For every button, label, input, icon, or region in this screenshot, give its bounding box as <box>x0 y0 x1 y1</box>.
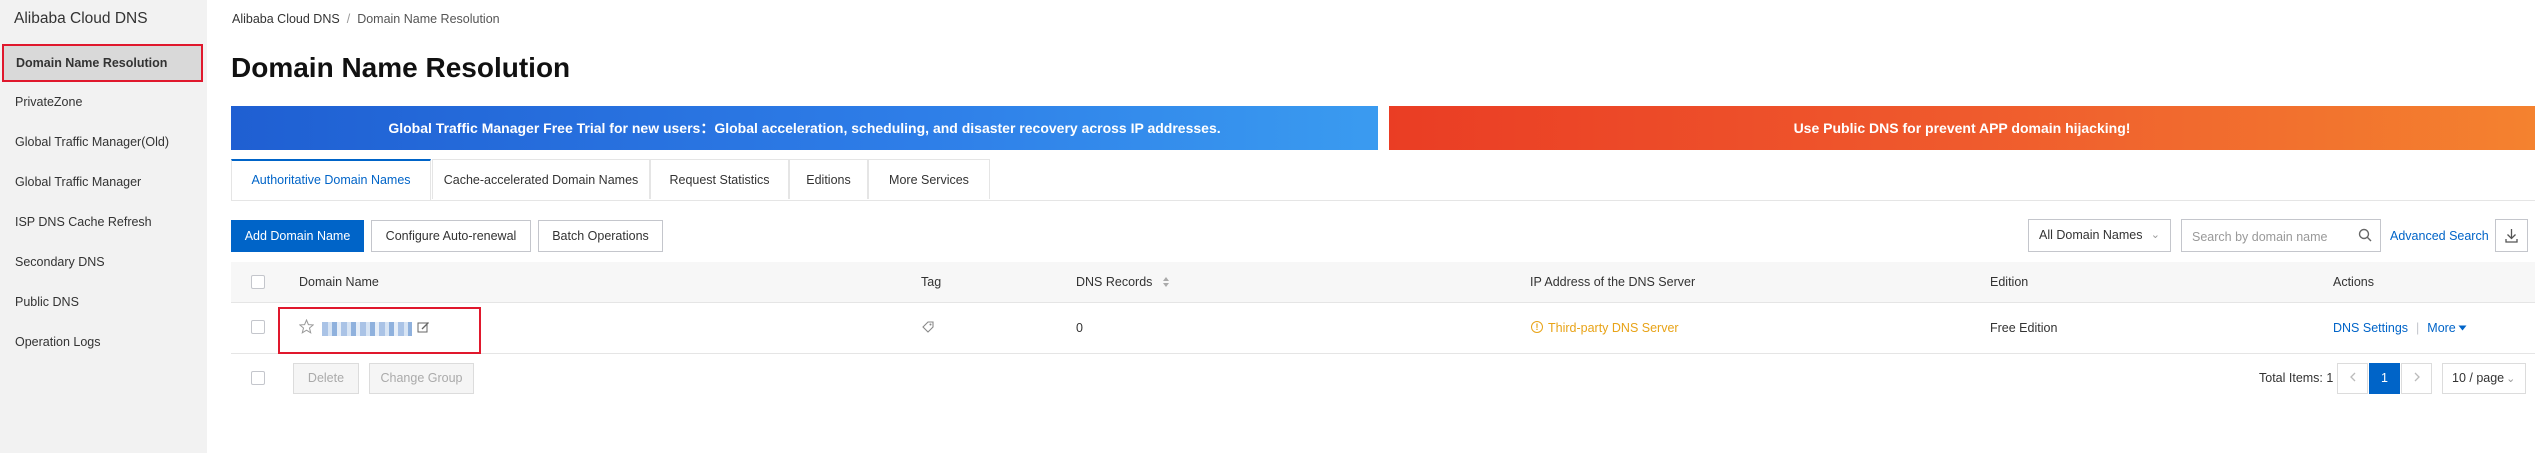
highlight-box <box>278 307 481 354</box>
prev-page-button[interactable] <box>2337 363 2368 394</box>
tab-bar: Authoritative Domain Names Cache-acceler… <box>231 159 2535 201</box>
sidebar-item-operation-logs[interactable]: Operation Logs <box>0 323 207 361</box>
more-label: More <box>2427 321 2456 335</box>
sidebar-item-public-dns[interactable]: Public DNS <box>0 283 207 321</box>
column-header-dns-records[interactable]: DNS Records <box>1076 262 1171 302</box>
chevron-right-icon <box>2414 372 2420 382</box>
breadcrumb-current: Domain Name Resolution <box>357 12 500 26</box>
sidebar-item-gtm-old[interactable]: Global Traffic Manager(Old) <box>0 123 207 161</box>
domain-filter-value: All Domain Names <box>2039 228 2143 242</box>
table-header: Domain Name Tag DNS Records IP Address o… <box>231 262 2535 303</box>
change-group-button[interactable]: Change Group <box>369 363 474 394</box>
sidebar-item-domain-name-resolution[interactable]: Domain Name Resolution <box>2 44 203 82</box>
dns-records-label: DNS Records <box>1076 275 1153 289</box>
download-button[interactable] <box>2495 219 2528 252</box>
download-icon <box>2505 229 2518 243</box>
gtm-trial-banner[interactable]: Global Traffic Manager Free Trial for ne… <box>231 106 1378 150</box>
tab-request-statistics[interactable]: Request Statistics <box>650 159 789 199</box>
row-checkbox[interactable] <box>251 320 265 334</box>
more-actions-dropdown[interactable]: More <box>2427 321 2467 335</box>
advanced-search-link[interactable]: Advanced Search <box>2390 229 2489 243</box>
edition-value: Free Edition <box>1990 321 2058 335</box>
sidebar: Alibaba Cloud DNS Domain Name Resolution… <box>0 0 207 453</box>
footer-select-all-checkbox[interactable] <box>251 371 265 385</box>
batch-operations-button[interactable]: Batch Operations <box>538 220 663 252</box>
chevron-down-icon: ⌄ <box>2506 373 2516 385</box>
column-header-edition: Edition <box>1990 275 2029 289</box>
breadcrumb: Alibaba Cloud DNS / Domain Name Resolution <box>232 12 500 26</box>
page-number-current[interactable]: 1 <box>2369 363 2400 394</box>
search-input[interactable] <box>2182 220 2354 253</box>
column-header-domain-name: Domain Name <box>299 275 379 289</box>
tab-more-services[interactable]: More Services <box>868 159 990 199</box>
public-dns-banner[interactable]: Use Public DNS for prevent APP domain hi… <box>1389 106 2535 150</box>
page-title: Domain Name Resolution <box>231 52 571 83</box>
column-header-actions: Actions <box>2333 275 2374 289</box>
page-size-value: 10 / page <box>2452 371 2505 385</box>
next-page-button[interactable] <box>2401 363 2432 394</box>
domain-filter-select[interactable]: All Domain Names ⌄ <box>2028 219 2171 252</box>
tab-cache-accelerated[interactable]: Cache-accelerated Domain Names <box>432 159 650 199</box>
sidebar-item-isp-dns-cache-refresh[interactable]: ISP DNS Cache Refresh <box>0 203 207 241</box>
chevron-left-icon <box>2349 372 2355 382</box>
dns-settings-link[interactable]: DNS Settings <box>2333 321 2408 335</box>
sidebar-item-privatezone[interactable]: PrivateZone <box>0 83 207 121</box>
total-items: Total Items: 1 <box>2259 371 2334 385</box>
dns-server-status[interactable]: Third-party DNS Server <box>1548 303 1679 353</box>
caret-down-icon <box>2458 325 2467 331</box>
sidebar-title: Alibaba Cloud DNS <box>14 10 148 27</box>
sort-icon[interactable] <box>1161 276 1171 288</box>
tag-icon[interactable] <box>921 303 935 353</box>
add-domain-name-button[interactable]: Add Domain Name <box>231 220 364 252</box>
search-icon[interactable] <box>2358 228 2372 242</box>
chevron-down-icon: ⌄ <box>2150 229 2160 241</box>
sidebar-item-gtm[interactable]: Global Traffic Manager <box>0 163 207 201</box>
delete-button[interactable]: Delete <box>293 363 359 394</box>
row-actions: DNS Settings | More <box>2333 303 2467 353</box>
warning-icon: ! <box>1531 321 1543 333</box>
tab-editions[interactable]: Editions <box>789 159 868 199</box>
sidebar-item-secondary-dns[interactable]: Secondary DNS <box>0 243 207 281</box>
action-separator: | <box>2416 321 2420 335</box>
select-all-checkbox[interactable] <box>251 275 265 289</box>
breadcrumb-link-alibaba-cloud-dns[interactable]: Alibaba Cloud DNS <box>232 12 340 26</box>
tab-authoritative-domain-names[interactable]: Authoritative Domain Names <box>231 159 431 200</box>
column-header-tag: Tag <box>921 275 942 289</box>
breadcrumb-separator: / <box>346 12 351 26</box>
table-row: 0 Free Edition DNS Settings | More <box>231 303 2535 354</box>
dns-records-count[interactable]: 0 <box>1076 303 1083 353</box>
configure-auto-renewal-button[interactable]: Configure Auto-renewal <box>371 220 531 252</box>
search-box <box>2181 219 2381 253</box>
page-size-select[interactable]: 10 / page ⌄ <box>2442 363 2526 394</box>
column-header-dns-server: IP Address of the DNS Server <box>1530 275 1696 289</box>
